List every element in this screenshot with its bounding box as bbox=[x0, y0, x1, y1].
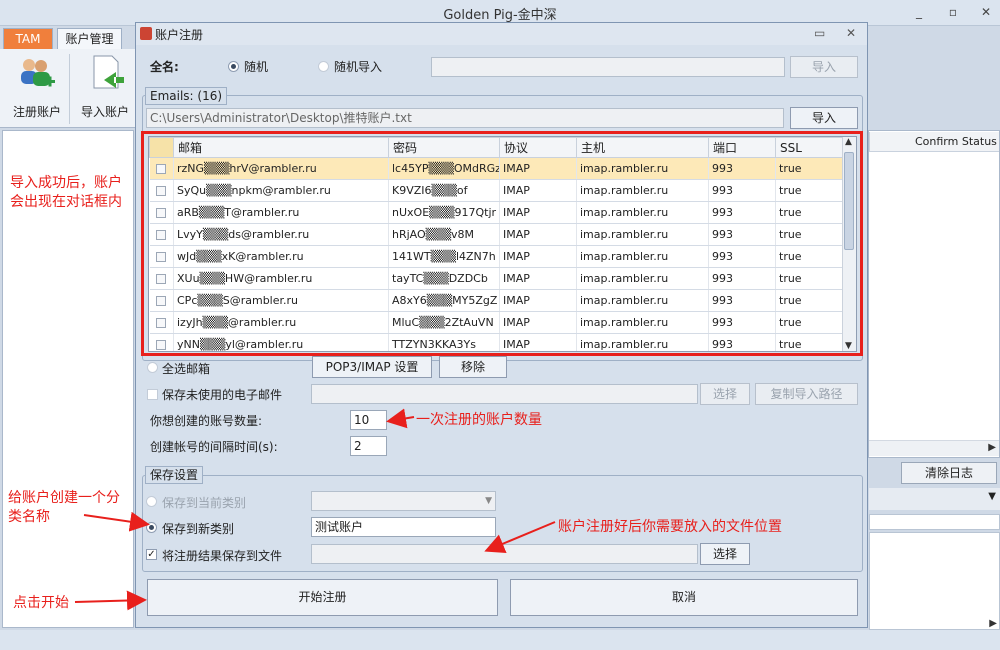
arrow-category bbox=[83, 511, 150, 532]
arrow-count bbox=[386, 408, 415, 429]
annotation-arrows bbox=[74, 408, 556, 611]
arrow-file bbox=[484, 521, 556, 554]
arrow-start bbox=[74, 590, 147, 611]
